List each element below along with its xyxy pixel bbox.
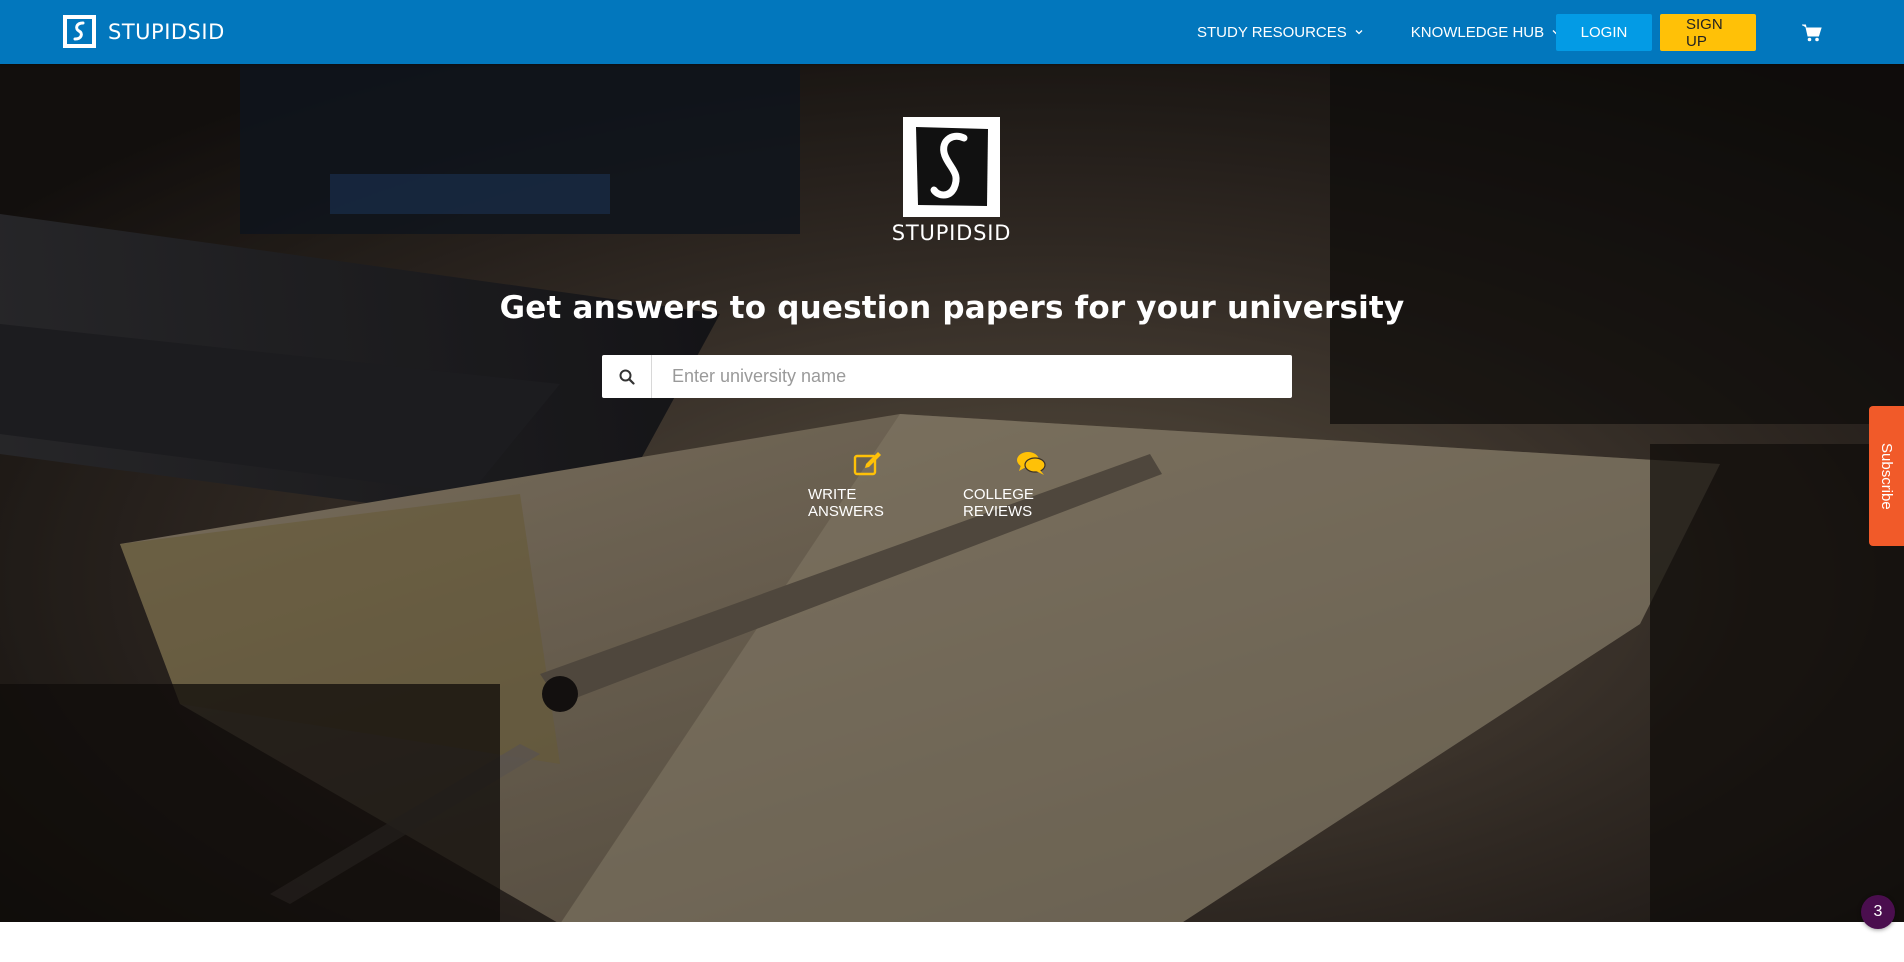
logo-icon: [63, 15, 96, 48]
notification-badge[interactable]: 3: [1861, 895, 1895, 929]
write-answers-label: WRITE ANSWERS: [808, 486, 884, 520]
main-nav: STUDY RESOURCES KNOWLEDGE HUB: [1197, 0, 1560, 64]
top-navbar: STUPIDSID STUDY RESOURCES KNOWLEDGE HUB …: [0, 0, 1904, 64]
college-reviews-link[interactable]: COLLEGE REVIEWS: [963, 450, 1098, 520]
hero-headline: Get answers to question papers for your …: [499, 290, 1405, 326]
nav-study-resources-label: STUDY RESOURCES: [1197, 23, 1347, 41]
center-logo-icon: [903, 117, 1000, 217]
subscribe-label: Subscribe: [1878, 442, 1895, 510]
edit-icon: [853, 452, 881, 476]
search-icon: [619, 369, 635, 385]
college-reviews-label: COLLEGE REVIEWS: [963, 486, 1034, 520]
nav-knowledge-hub[interactable]: KNOWLEDGE HUB: [1411, 24, 1560, 41]
page-content-below: [0, 922, 1904, 962]
login-button[interactable]: LOGIN: [1556, 14, 1652, 51]
cart-icon[interactable]: [1802, 24, 1822, 42]
university-search: [602, 355, 1292, 398]
brand-name: STUPIDSID: [108, 19, 225, 44]
signup-button[interactable]: SIGN UP: [1660, 14, 1756, 51]
comments-icon: [1016, 452, 1046, 475]
search-button[interactable]: [602, 355, 652, 398]
center-brand-name: STUPIDSID: [891, 221, 1012, 245]
subscribe-tab[interactable]: Subscribe: [1869, 406, 1904, 546]
university-search-input[interactable]: [652, 355, 1292, 398]
chevron-down-icon: [1355, 30, 1363, 35]
hero-section: STUPIDSID Get answers to question papers…: [0, 64, 1904, 922]
nav-knowledge-hub-label: KNOWLEDGE HUB: [1410, 23, 1545, 41]
nav-study-resources[interactable]: STUDY RESOURCES: [1197, 24, 1363, 41]
write-answers-link[interactable]: WRITE ANSWERS: [808, 450, 928, 520]
brand-logo-link[interactable]: STUPIDSID: [63, 15, 225, 48]
